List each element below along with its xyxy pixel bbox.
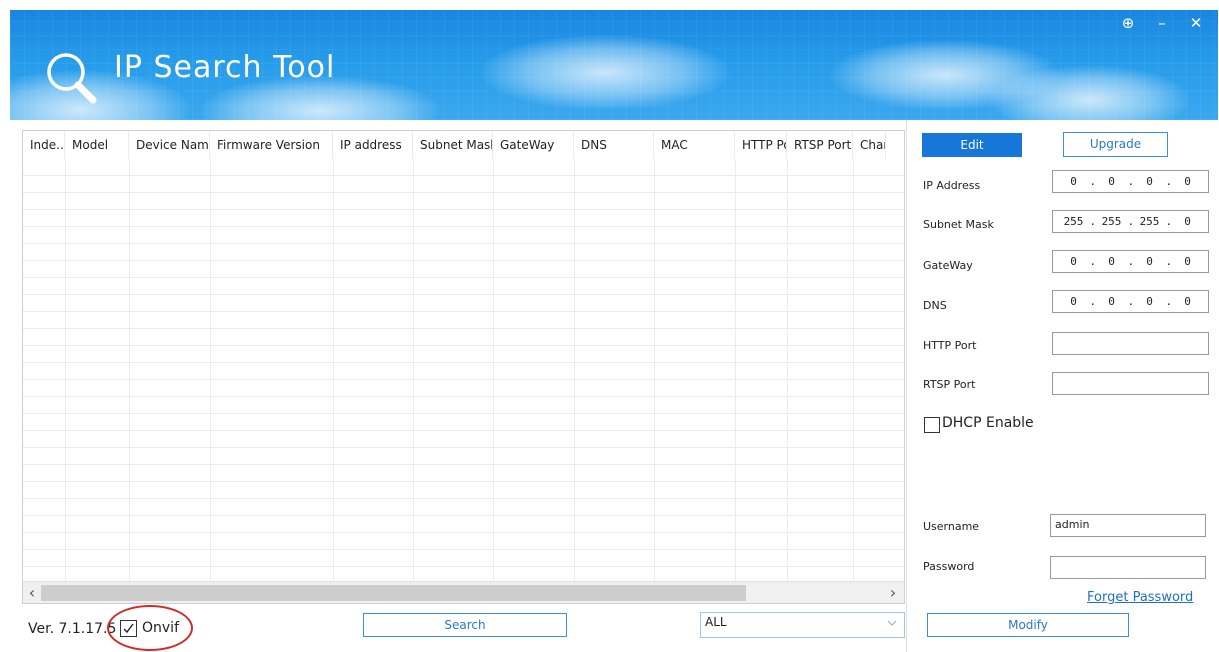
scrollbar-thumb[interactable] [41, 585, 746, 601]
column-divider [493, 159, 494, 582]
column-divider [853, 159, 854, 582]
gateway-label: GateWay [923, 259, 973, 272]
device-table[interactable]: Inde... Model Device Name Firmware Versi… [22, 130, 905, 604]
table-body[interactable] [23, 159, 904, 582]
device-settings-panel: Edit Upgrade IP Address 0. 0. 0. 0 Subne… [906, 120, 1218, 652]
dns-label: DNS [923, 299, 947, 312]
column-header-channel[interactable]: Chanr [853, 131, 886, 159]
title-bar[interactable]: IP Search Tool ⊕ – ✕ [10, 10, 1218, 120]
column-divider [735, 159, 736, 582]
version-label: Ver. 7.1.17.5 [28, 621, 117, 637]
username-label: Username [923, 520, 980, 533]
ip-address-field[interactable]: 0. 0. 0. 0 [1052, 170, 1209, 193]
tab-upgrade[interactable]: Upgrade [1063, 132, 1168, 157]
forget-password-link[interactable]: Forget Password [1087, 590, 1193, 605]
password-label: Password [923, 560, 975, 573]
modify-button[interactable]: Modify [927, 613, 1129, 637]
gateway-field[interactable]: 0. 0. 0. 0 [1052, 250, 1209, 273]
column-divider [413, 159, 414, 582]
column-divider [210, 159, 211, 582]
scroll-left-arrow-icon[interactable]: ‹ [23, 583, 41, 603]
search-logo-icon [44, 50, 98, 104]
table-header: Inde... Model Device Name Firmware Versi… [23, 131, 904, 159]
dns-octet[interactable]: 0 [1137, 295, 1163, 308]
app-title: IP Search Tool [114, 50, 336, 85]
mask-octet[interactable]: 255 [1061, 215, 1087, 228]
subnet-mask-label: Subnet Mask [923, 218, 994, 231]
dns-octet[interactable]: 0 [1099, 295, 1125, 308]
ip-address-label: IP Address [923, 179, 981, 192]
horizontal-scrollbar[interactable]: ‹ › [23, 581, 904, 603]
column-header-dns[interactable]: DNS [574, 131, 654, 159]
gateway-octet[interactable]: 0 [1175, 255, 1201, 268]
http-port-label: HTTP Port [923, 339, 977, 352]
column-header-index[interactable]: Inde... [23, 131, 65, 159]
column-divider [787, 159, 788, 582]
column-divider [65, 159, 66, 582]
window-controls: ⊕ – ✕ [1120, 14, 1204, 32]
column-header-model[interactable]: Model [65, 131, 129, 159]
gateway-octet[interactable]: 0 [1099, 255, 1125, 268]
column-header-subnet-mask[interactable]: Subnet Mask [413, 131, 493, 159]
mask-octet[interactable]: 255 [1099, 215, 1125, 228]
close-icon[interactable]: ✕ [1188, 14, 1204, 32]
search-button[interactable]: Search [363, 613, 567, 637]
password-input[interactable] [1050, 556, 1206, 579]
ip-octet[interactable]: 0 [1175, 175, 1201, 188]
column-divider [654, 159, 655, 582]
ip-octet[interactable]: 0 [1099, 175, 1125, 188]
rtsp-port-label: RTSP Port [923, 378, 976, 391]
column-header-gateway[interactable]: GateWay [493, 131, 574, 159]
mask-octet[interactable]: 0 [1175, 215, 1201, 228]
column-header-mac[interactable]: MAC [654, 131, 735, 159]
column-divider [129, 159, 130, 582]
column-divider [333, 159, 334, 582]
scroll-right-arrow-icon[interactable]: › [884, 583, 902, 603]
settings-circle-icon[interactable]: ⊕ [1120, 14, 1136, 32]
dns-field[interactable]: 0. 0. 0. 0 [1052, 290, 1209, 313]
red-highlight-annotation [107, 605, 193, 651]
column-header-http-port[interactable]: HTTP Port [735, 131, 787, 159]
dhcp-enable-checkbox[interactable] [924, 417, 940, 433]
dns-octet[interactable]: 0 [1061, 295, 1087, 308]
tab-edit[interactable]: Edit [922, 133, 1022, 157]
http-port-input[interactable] [1052, 332, 1209, 355]
subnet-mask-field[interactable]: 255. 255. 255. 0 [1052, 210, 1209, 233]
minimize-icon[interactable]: – [1154, 14, 1170, 32]
mask-octet[interactable]: 255 [1137, 215, 1163, 228]
gateway-octet[interactable]: 0 [1061, 255, 1087, 268]
column-header-firmware-version[interactable]: Firmware Version [210, 131, 333, 159]
chevron-down-icon [886, 618, 898, 631]
username-input[interactable]: admin [1050, 514, 1206, 537]
column-header-rtsp-port[interactable]: RTSP Port [787, 131, 853, 159]
device-filter-value: ALL [705, 615, 727, 629]
dhcp-enable-label[interactable]: DHCP Enable [942, 415, 1034, 431]
dns-octet[interactable]: 0 [1175, 295, 1201, 308]
gateway-octet[interactable]: 0 [1137, 255, 1163, 268]
rtsp-port-input[interactable] [1052, 372, 1209, 395]
column-header-device-name[interactable]: Device Name [129, 131, 210, 159]
ip-octet[interactable]: 0 [1137, 175, 1163, 188]
device-filter-select[interactable]: ALL [700, 612, 905, 638]
column-divider [574, 159, 575, 582]
column-header-ip-address[interactable]: IP address [333, 131, 413, 159]
ip-octet[interactable]: 0 [1061, 175, 1087, 188]
